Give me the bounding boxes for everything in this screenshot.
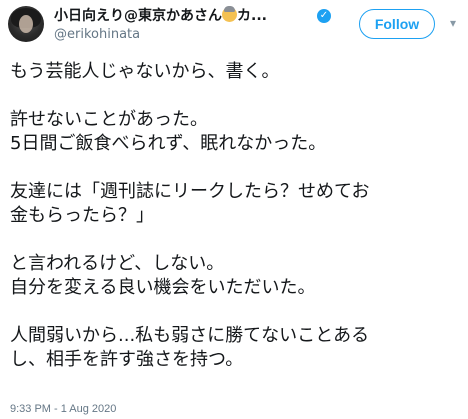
tweet-text: もう芸能人じゃないから、書く。 許せないことがあった。 5日間ご飯食べられず、眠…: [10, 60, 462, 372]
tweet-line: 許せないことがあった。: [10, 109, 208, 130]
tweet-line: 金もらったら？」: [10, 205, 154, 226]
tweet-line: 自分を変える良い機会をいただいた。: [10, 277, 316, 298]
display-name-text: 小日向えり@東京かあさん: [54, 8, 222, 24]
tweet-header: 小日向えり@東京かあさん カ... ✓ @erikohinata Follow ▾: [8, 6, 460, 46]
tweet-line: 5日間ご飯食べられず、眠れなかった。: [10, 133, 327, 154]
follow-button[interactable]: Follow: [359, 9, 435, 39]
user-handle[interactable]: @erikohinata: [54, 27, 140, 43]
tweet-line: し、相手を許す強さを持つ。: [10, 349, 244, 370]
avatar[interactable]: [8, 6, 44, 42]
tweet-line: 友達には「週刊誌にリークしたら？せめてお: [10, 181, 370, 202]
emoji-icon: [222, 6, 237, 22]
tweet-line: 人間弱いから...私も弱さに勝てないことある: [10, 325, 370, 346]
chevron-down-icon[interactable]: ▾: [446, 16, 460, 30]
display-name-suffix: カ...: [237, 8, 267, 24]
tweet-line: もう芸能人じゃないから、書く。: [10, 61, 280, 82]
avatar-face: [19, 15, 33, 33]
verified-badge-icon: ✓: [317, 9, 331, 23]
display-name[interactable]: 小日向えり@東京かあさん カ...: [54, 6, 267, 25]
tweet-timestamp[interactable]: 9:33 PM - 1 Aug 2020: [10, 402, 116, 416]
tweet-line: と言われるけど、しない。: [10, 253, 225, 274]
